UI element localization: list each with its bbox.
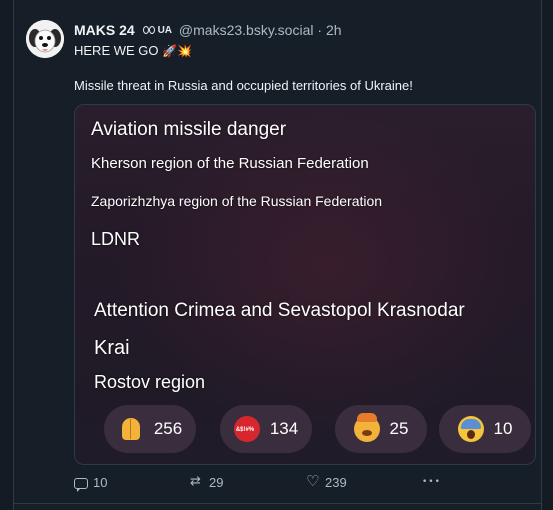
screaming-face-icon bbox=[457, 416, 484, 442]
alert-line-ldnr: LDNR bbox=[91, 229, 141, 249]
post-card[interactable]: MAKS 24 UA @maks23.bsky.social · 2h HERE… bbox=[14, 0, 541, 503]
reaction-pill: 134 bbox=[220, 405, 312, 453]
reaction-count: 25 bbox=[389, 419, 409, 438]
repost-icon bbox=[190, 474, 204, 489]
reaction-count: 256 bbox=[153, 419, 183, 438]
post-image[interactable]: Aviation missile danger Kherson region o… bbox=[74, 104, 536, 465]
like-button[interactable]: 239 bbox=[306, 472, 347, 490]
avatar[interactable] bbox=[26, 20, 64, 58]
post-header: MAKS 24 UA @maks23.bsky.social · 2h bbox=[74, 22, 342, 38]
reply-icon bbox=[74, 477, 88, 492]
reply-button[interactable]: 10 bbox=[74, 475, 108, 492]
alert-line-zaporizhzhya: Zaporizhzhya region of the Russian Feder… bbox=[91, 193, 383, 209]
eyes-icon bbox=[142, 26, 157, 35]
post-text-headline: HERE WE GO bbox=[74, 43, 159, 58]
window-border-right bbox=[541, 0, 553, 510]
reaction-pill: 25 bbox=[335, 405, 427, 453]
handle[interactable]: @maks23.bsky.social bbox=[179, 22, 314, 38]
alert-title: Aviation missile danger bbox=[91, 119, 287, 140]
badge-text: UA bbox=[157, 25, 173, 36]
folded-hands-icon bbox=[118, 416, 144, 442]
repost-button[interactable]: 29 bbox=[190, 474, 224, 490]
post-body: Missile threat in Russia and occupied te… bbox=[74, 78, 413, 93]
separator-dot: · bbox=[317, 22, 323, 38]
display-name[interactable]: MAKS 24 bbox=[74, 22, 135, 38]
window-border-bottom bbox=[13, 503, 542, 510]
more-icon bbox=[422, 475, 441, 488]
reaction-count: 10 bbox=[493, 419, 513, 438]
post-actions: 10 29 239 bbox=[74, 472, 494, 493]
heart-icon bbox=[306, 472, 320, 490]
ua-badge: UA bbox=[142, 25, 173, 36]
alert-line-crimea: Attention Crimea and Sevastopol Krasnoda… bbox=[94, 300, 465, 321]
more-options-button[interactable] bbox=[422, 475, 441, 488]
like-count: 239 bbox=[325, 475, 347, 490]
rocket-explosion-emoji: 🚀💥 bbox=[162, 44, 193, 58]
alert-line-krai: Krai bbox=[94, 337, 130, 359]
cursing-face-icon bbox=[233, 416, 260, 442]
window-border-left bbox=[0, 0, 14, 510]
reaction-pill: 256 bbox=[104, 405, 196, 453]
post-text-line1: HERE WE GO 🚀💥 bbox=[74, 43, 192, 58]
reaction-pill: 10 bbox=[439, 405, 531, 453]
reaction-count: 134 bbox=[269, 419, 299, 438]
exploding-head-icon bbox=[353, 413, 380, 442]
image-reactions-row: 256 134 25 10 bbox=[89, 405, 531, 455]
repost-count: 29 bbox=[209, 475, 224, 490]
post-timestamp[interactable]: 2h bbox=[326, 22, 342, 38]
dog-avatar-icon bbox=[26, 20, 64, 58]
alert-line-kherson: Kherson region of the Russian Federation bbox=[91, 155, 369, 172]
alert-line-rostov: Rostov region bbox=[94, 372, 206, 392]
reply-count: 10 bbox=[93, 475, 108, 490]
